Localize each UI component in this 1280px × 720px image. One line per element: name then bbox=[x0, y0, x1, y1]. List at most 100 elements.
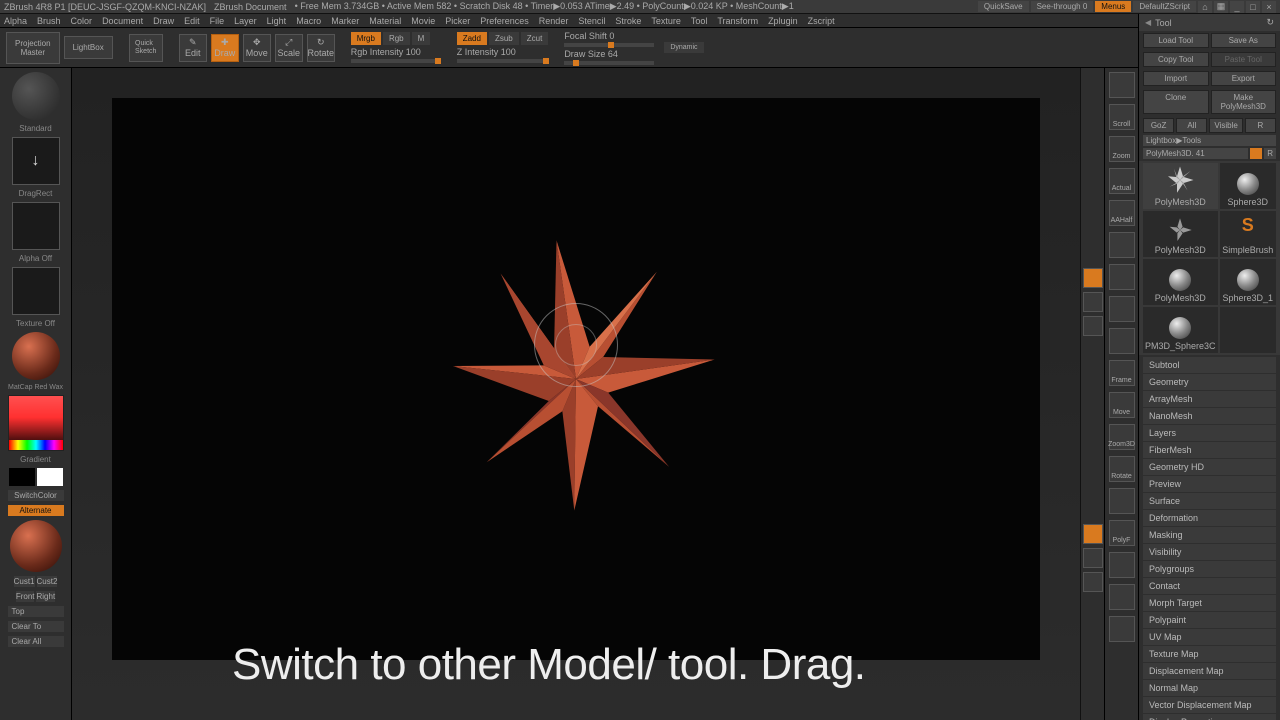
tool-make-polymesh3d[interactable]: Make PolyMesh3D bbox=[1211, 90, 1277, 114]
grid-icon[interactable]: ▦ bbox=[1214, 1, 1228, 13]
accordion-contact[interactable]: Contact bbox=[1143, 578, 1276, 594]
tool-paste-tool[interactable]: Paste Tool bbox=[1211, 52, 1277, 67]
tool-export[interactable]: Export bbox=[1211, 71, 1277, 86]
accordion-preview[interactable]: Preview bbox=[1143, 476, 1276, 492]
accordion-arraymesh[interactable]: ArrayMesh bbox=[1143, 391, 1276, 407]
accordion-geometry[interactable]: Geometry bbox=[1143, 374, 1276, 390]
polymesh-label[interactable]: PolyMesh3D. 41 bbox=[1143, 148, 1248, 159]
gradient-label[interactable]: Gradient bbox=[20, 455, 51, 464]
rail-rotate[interactable]: Rotate bbox=[1109, 456, 1135, 482]
rail-polyf[interactable]: PolyF bbox=[1109, 520, 1135, 546]
rail-aahalf[interactable]: AAHalf bbox=[1109, 200, 1135, 226]
gizmo-option2-icon[interactable] bbox=[1083, 316, 1103, 336]
alternate-button[interactable]: Alternate bbox=[8, 505, 64, 516]
accordion-normal-map[interactable]: Normal Map bbox=[1143, 680, 1276, 696]
tool-save-as[interactable]: Save As bbox=[1211, 33, 1277, 48]
tool-visible[interactable]: Visible bbox=[1209, 118, 1242, 133]
menu-tool[interactable]: Tool bbox=[691, 16, 708, 26]
texture-thumbnail[interactable] bbox=[12, 267, 60, 315]
dynamesh-icon[interactable] bbox=[1083, 524, 1103, 544]
accordion-subtool[interactable]: Subtool bbox=[1143, 357, 1276, 373]
accordion-deformation[interactable]: Deformation bbox=[1143, 510, 1276, 526]
seethrough-slider[interactable]: See-through 0 bbox=[1031, 1, 1094, 12]
menu-brush[interactable]: Brush bbox=[37, 16, 61, 26]
right-button[interactable]: Right bbox=[36, 591, 55, 602]
menu-preferences[interactable]: Preferences bbox=[480, 16, 529, 26]
tool-cell-sphere3d-1[interactable]: Sphere3D_1 bbox=[1220, 259, 1276, 305]
material-thumbnail[interactable] bbox=[12, 332, 60, 380]
rail-scroll[interactable]: Scroll bbox=[1109, 104, 1135, 130]
rgb-toggle[interactable]: Rgb bbox=[383, 32, 410, 45]
tool-cell-polymesh3d-2[interactable]: PolyMesh3D bbox=[1143, 211, 1218, 257]
lightbox-tools-button[interactable]: Lightbox▶Tools bbox=[1143, 135, 1276, 146]
min-icon[interactable]: _ bbox=[1230, 1, 1244, 13]
menu-material[interactable]: Material bbox=[369, 16, 401, 26]
switchcolor-button[interactable]: SwitchColor bbox=[8, 490, 64, 501]
clearto-button[interactable]: Clear To bbox=[8, 621, 64, 632]
solo-icon[interactable] bbox=[1083, 548, 1103, 568]
menu-draw[interactable]: Draw bbox=[153, 16, 174, 26]
rail-frame[interactable]: Frame bbox=[1109, 360, 1135, 386]
menu-file[interactable]: File bbox=[210, 16, 225, 26]
default-zscript[interactable]: DefaultZScript bbox=[1133, 1, 1196, 12]
clearall-button[interactable]: Clear All bbox=[8, 636, 64, 647]
tool-panel-title[interactable]: Tool↻ bbox=[1139, 14, 1280, 31]
cust2-button[interactable]: Cust2 bbox=[37, 576, 58, 587]
menu-picker[interactable]: Picker bbox=[445, 16, 470, 26]
gizmo-option-icon[interactable] bbox=[1083, 292, 1103, 312]
menu-layer[interactable]: Layer bbox=[234, 16, 257, 26]
menu-macro[interactable]: Macro bbox=[296, 16, 321, 26]
rail-actual[interactable]: Actual bbox=[1109, 168, 1135, 194]
menu-light[interactable]: Light bbox=[267, 16, 287, 26]
rail-icon6[interactable] bbox=[1109, 264, 1135, 290]
menu-zplugin[interactable]: Zplugin bbox=[768, 16, 798, 26]
tool-goz[interactable]: GoZ bbox=[1143, 118, 1174, 133]
rail-icon17[interactable] bbox=[1109, 616, 1135, 642]
alpha-thumbnail[interactable] bbox=[12, 202, 60, 250]
brush-thumbnail[interactable] bbox=[12, 72, 60, 120]
max-icon[interactable]: □ bbox=[1246, 1, 1260, 13]
rgb-intensity-slider[interactable]: Rgb Intensity 100 bbox=[351, 47, 441, 63]
rail-icon8[interactable] bbox=[1109, 328, 1135, 354]
gizmo-icon[interactable] bbox=[1083, 268, 1103, 288]
swatch-black[interactable] bbox=[9, 468, 35, 486]
accordion-masking[interactable]: Masking bbox=[1143, 527, 1276, 543]
tool-cell-polymesh3d-3[interactable]: PolyMesh3D bbox=[1143, 259, 1218, 305]
tool-import[interactable]: Import bbox=[1143, 71, 1209, 86]
scale-mode-button[interactable]: ⤢Scale bbox=[275, 34, 303, 62]
accordion-morph-target[interactable]: Morph Target bbox=[1143, 595, 1276, 611]
r-button[interactable]: R bbox=[1264, 148, 1276, 159]
accordion-polypaint[interactable]: Polypaint bbox=[1143, 612, 1276, 628]
accordion-texture-map[interactable]: Texture Map bbox=[1143, 646, 1276, 662]
accordion-fibermesh[interactable]: FiberMesh bbox=[1143, 442, 1276, 458]
color-picker[interactable] bbox=[8, 395, 64, 451]
refresh-icon[interactable]: ↻ bbox=[1266, 17, 1274, 28]
document-viewport[interactable] bbox=[112, 98, 1040, 660]
accordion-displacement-map[interactable]: Displacement Map bbox=[1143, 663, 1276, 679]
cust1-button[interactable]: Cust1 bbox=[14, 576, 35, 587]
tool-cell-sphere3d[interactable]: Sphere3D bbox=[1220, 163, 1276, 209]
rail-icon5[interactable] bbox=[1109, 232, 1135, 258]
accordion-vector-displacement-map[interactable]: Vector Displacement Map bbox=[1143, 697, 1276, 713]
rail-icon15[interactable] bbox=[1109, 552, 1135, 578]
stroke-thumbnail[interactable]: ↓ bbox=[12, 137, 60, 185]
move-mode-button[interactable]: ✥Move bbox=[243, 34, 271, 62]
accordion-display-properties[interactable]: Display Properties bbox=[1143, 714, 1276, 720]
top-button[interactable]: Top bbox=[8, 606, 64, 617]
tool-all[interactable]: All bbox=[1176, 118, 1207, 133]
mrgb-toggle[interactable]: Mrgb bbox=[351, 32, 381, 45]
front-button[interactable]: Front bbox=[16, 591, 35, 602]
quicksketch-button[interactable]: Quick Sketch bbox=[129, 34, 163, 62]
menu-transform[interactable]: Transform bbox=[717, 16, 758, 26]
menu-render[interactable]: Render bbox=[539, 16, 569, 26]
rail-move[interactable]: Move bbox=[1109, 392, 1135, 418]
menu-edit[interactable]: Edit bbox=[184, 16, 200, 26]
rail-icon13[interactable] bbox=[1109, 488, 1135, 514]
rail-icon16[interactable] bbox=[1109, 584, 1135, 610]
rail-icon7[interactable] bbox=[1109, 296, 1135, 322]
tool-clone[interactable]: Clone bbox=[1143, 90, 1209, 114]
accordion-uv-map[interactable]: UV Map bbox=[1143, 629, 1276, 645]
tool-cell-simplebrush[interactable]: SSimpleBrush bbox=[1220, 211, 1276, 257]
tool-cell-polymesh3d[interactable]: PolyMesh3D bbox=[1143, 163, 1218, 209]
edit-mode-button[interactable]: ✎Edit bbox=[179, 34, 207, 62]
